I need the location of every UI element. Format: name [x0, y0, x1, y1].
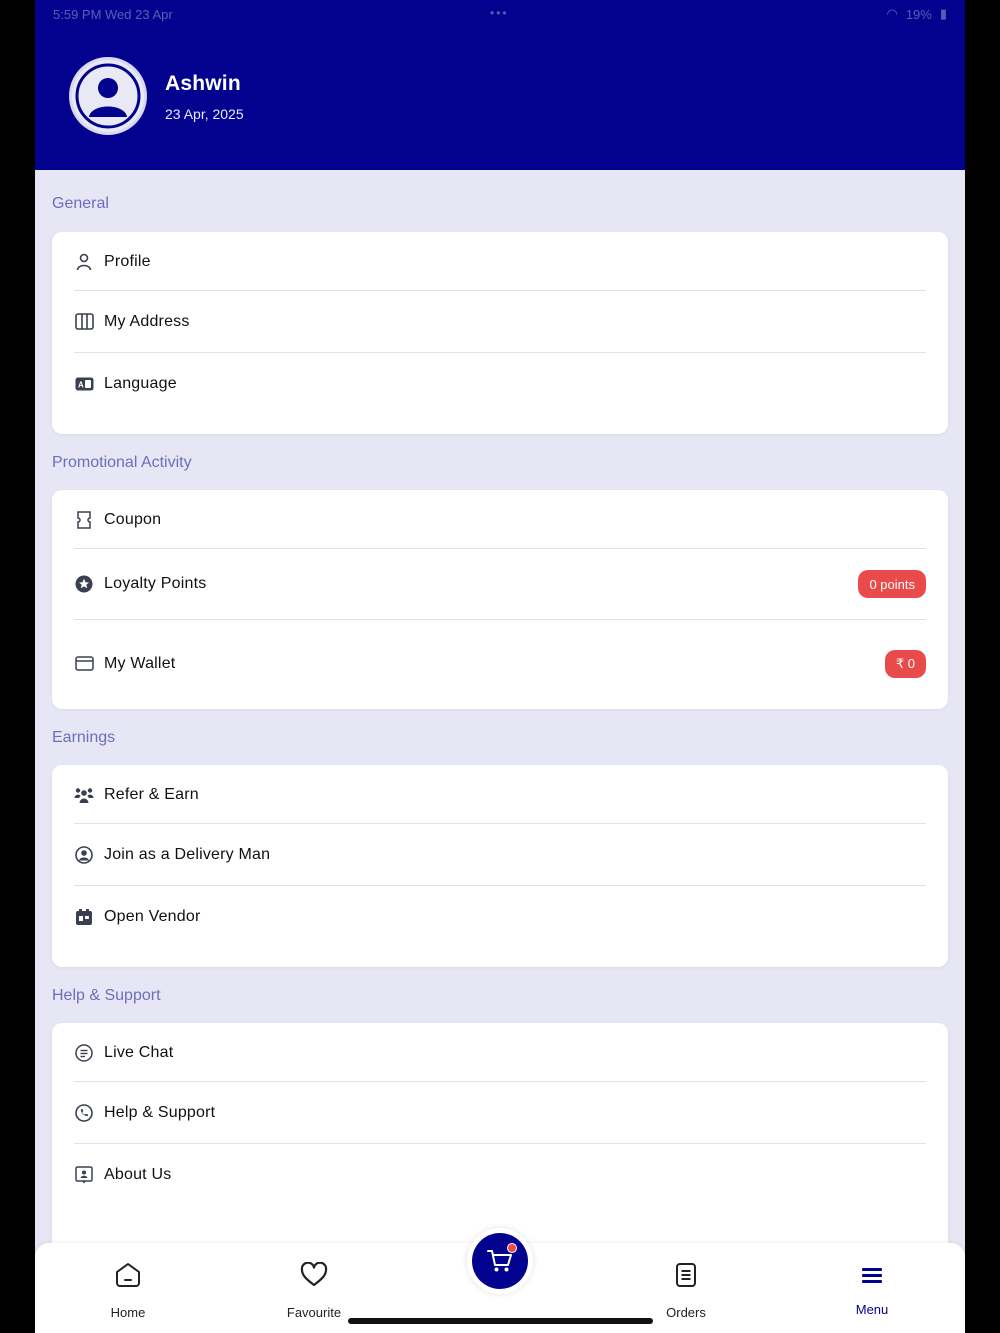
- delivery-man-icon: [74, 845, 94, 865]
- menu-item-label: Language: [104, 375, 177, 392]
- menu-item-label: Join as a Delivery Man: [104, 845, 271, 863]
- card-promotional: Coupon Loyalty Points 0 points My Wallet…: [52, 490, 948, 709]
- menu-icon: [812, 1259, 932, 1291]
- menu-item-loyalty-points[interactable]: Loyalty Points 0 points: [74, 549, 926, 620]
- nav-menu-label: Menu: [855, 1302, 889, 1317]
- refer-icon: [74, 785, 94, 805]
- menu-item-label: Profile: [104, 253, 151, 270]
- home-indicator: [348, 1318, 653, 1324]
- chat-icon: [74, 1043, 94, 1063]
- phone-icon: [74, 1103, 94, 1123]
- card-earnings: Refer & Earn Join as a Delivery Man Open…: [52, 765, 948, 967]
- nav-home-label: Home: [110, 1305, 146, 1320]
- multitask-dots-icon: •••: [490, 6, 509, 20]
- orders-icon: [626, 1259, 746, 1291]
- menu-item-open-vendor[interactable]: Open Vendor: [74, 886, 926, 948]
- user-date: 23 Apr, 2025: [165, 106, 244, 122]
- section-title-earnings: Earnings: [52, 729, 116, 746]
- menu-item-label: Live Chat: [104, 1044, 174, 1061]
- menu-item-join-delivery-man[interactable]: Join as a Delivery Man: [74, 824, 926, 886]
- menu-item-label: Coupon: [104, 511, 162, 528]
- user-name: Ashwin: [165, 72, 241, 95]
- status-bar: 5:59 PM Wed 23 Apr ••• ◠ 19% ▮: [35, 0, 965, 28]
- menu-item-label: About Us: [104, 1166, 172, 1183]
- menu-item-label: Loyalty Points: [104, 575, 207, 592]
- user-avatar-icon: [75, 63, 141, 129]
- nav-menu[interactable]: Menu: [812, 1259, 932, 1317]
- wallet-balance-badge: ₹ 0: [884, 649, 926, 678]
- nav-home[interactable]: Home: [68, 1259, 188, 1320]
- menu-item-language[interactable]: A Language: [74, 353, 926, 415]
- cart-button[interactable]: [467, 1228, 533, 1294]
- menu-item-help-support[interactable]: Help & Support: [74, 1082, 926, 1144]
- menu-item-coupon[interactable]: Coupon: [74, 490, 926, 549]
- svg-text:A: A: [78, 381, 84, 390]
- menu-item-label: Help & Support: [104, 1103, 216, 1121]
- menu-item-my-wallet[interactable]: My Wallet ₹ 0: [74, 620, 926, 707]
- section-title-promotional: Promotional Activity: [52, 454, 192, 471]
- section-title-help: Help & Support: [52, 987, 161, 1004]
- nav-orders[interactable]: Orders: [626, 1259, 746, 1320]
- map-icon: [74, 312, 94, 332]
- card-general: Profile My Address A Language: [52, 232, 948, 434]
- wifi-icon: ◠: [886, 6, 898, 21]
- coupon-icon: [74, 510, 94, 530]
- menu-item-profile[interactable]: Profile: [74, 232, 926, 291]
- battery-icon: ▮: [939, 6, 947, 21]
- star-badge-icon: [74, 574, 94, 594]
- home-icon: [68, 1259, 188, 1291]
- heart-icon: [254, 1259, 374, 1291]
- menu-item-about-us[interactable]: About Us: [74, 1144, 926, 1206]
- cart-notification-dot: [507, 1243, 517, 1253]
- section-title-general: General: [52, 195, 109, 212]
- menu-item-label: Refer & Earn: [104, 786, 199, 803]
- battery-percent: 19%: [905, 6, 932, 22]
- menu-item-label: Open Vendor: [104, 908, 201, 925]
- menu-item-my-address[interactable]: My Address: [74, 291, 926, 353]
- menu-item-label: My Wallet: [104, 654, 176, 672]
- menu-item-live-chat[interactable]: Live Chat: [74, 1023, 926, 1082]
- language-icon: A: [74, 374, 94, 394]
- menu-item-refer-earn[interactable]: Refer & Earn: [74, 765, 926, 824]
- wallet-icon: [74, 654, 94, 674]
- app-screen: Ashwin 23 Apr, 2025 5:59 PM Wed 23 Apr •…: [35, 0, 965, 1333]
- person-icon: [74, 252, 94, 272]
- about-icon: [74, 1165, 94, 1185]
- avatar[interactable]: [69, 57, 147, 135]
- nav-favourite[interactable]: Favourite: [254, 1259, 374, 1320]
- status-time: 5:59 PM Wed 23 Apr: [53, 6, 173, 22]
- loyalty-points-badge: 0 points: [858, 570, 926, 598]
- menu-item-label: My Address: [104, 312, 190, 330]
- store-icon: [74, 907, 94, 927]
